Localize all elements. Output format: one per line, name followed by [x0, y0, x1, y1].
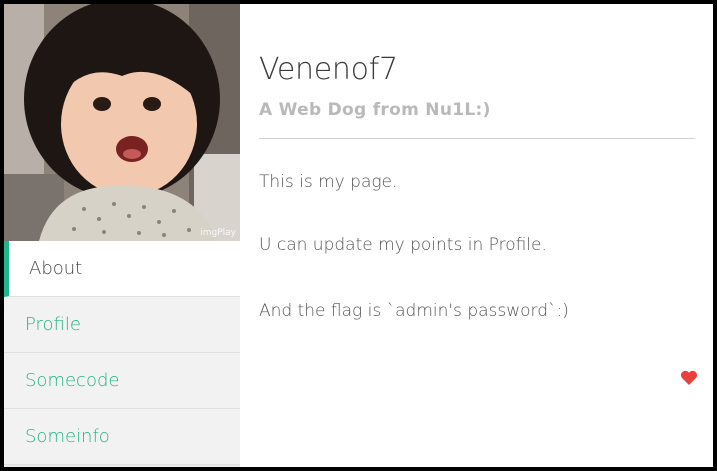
child-photo-image: [4, 4, 240, 241]
sidebar-nav: About Profile Somecode Someinfo: [4, 241, 240, 465]
page-title: Venenof7: [259, 52, 398, 87]
intro-paragraph: This is my page.: [259, 172, 398, 192]
page-subtitle: A Web Dog from Nu1L:): [259, 100, 491, 120]
sidebar-item-profile[interactable]: Profile: [4, 297, 240, 353]
profile-photo: imgPlay: [4, 4, 240, 241]
profile-hint-paragraph: U can update my points in Profile.: [259, 235, 547, 255]
sidebar-item-somecode[interactable]: Somecode: [4, 353, 240, 409]
sidebar: imgPlay About Profile Somecode Someinfo: [4, 4, 240, 467]
sidebar-item-label: Someinfo: [25, 426, 110, 447]
divider: [259, 138, 695, 139]
sidebar-item-label: About: [29, 258, 83, 279]
sidebar-item-label: Profile: [25, 314, 81, 335]
heart-icon[interactable]: [680, 370, 698, 386]
flag-hint-paragraph: And the flag is `admin's password`:): [259, 301, 569, 321]
sidebar-item-someinfo[interactable]: Someinfo: [4, 409, 240, 465]
sidebar-item-about[interactable]: About: [4, 241, 240, 297]
main-content: Venenof7 A Web Dog from Nu1L:) This is m…: [240, 4, 713, 467]
sidebar-item-label: Somecode: [25, 370, 120, 391]
profile-card: imgPlay About Profile Somecode Someinfo …: [0, 0, 717, 471]
photo-watermark: imgPlay: [200, 228, 236, 238]
